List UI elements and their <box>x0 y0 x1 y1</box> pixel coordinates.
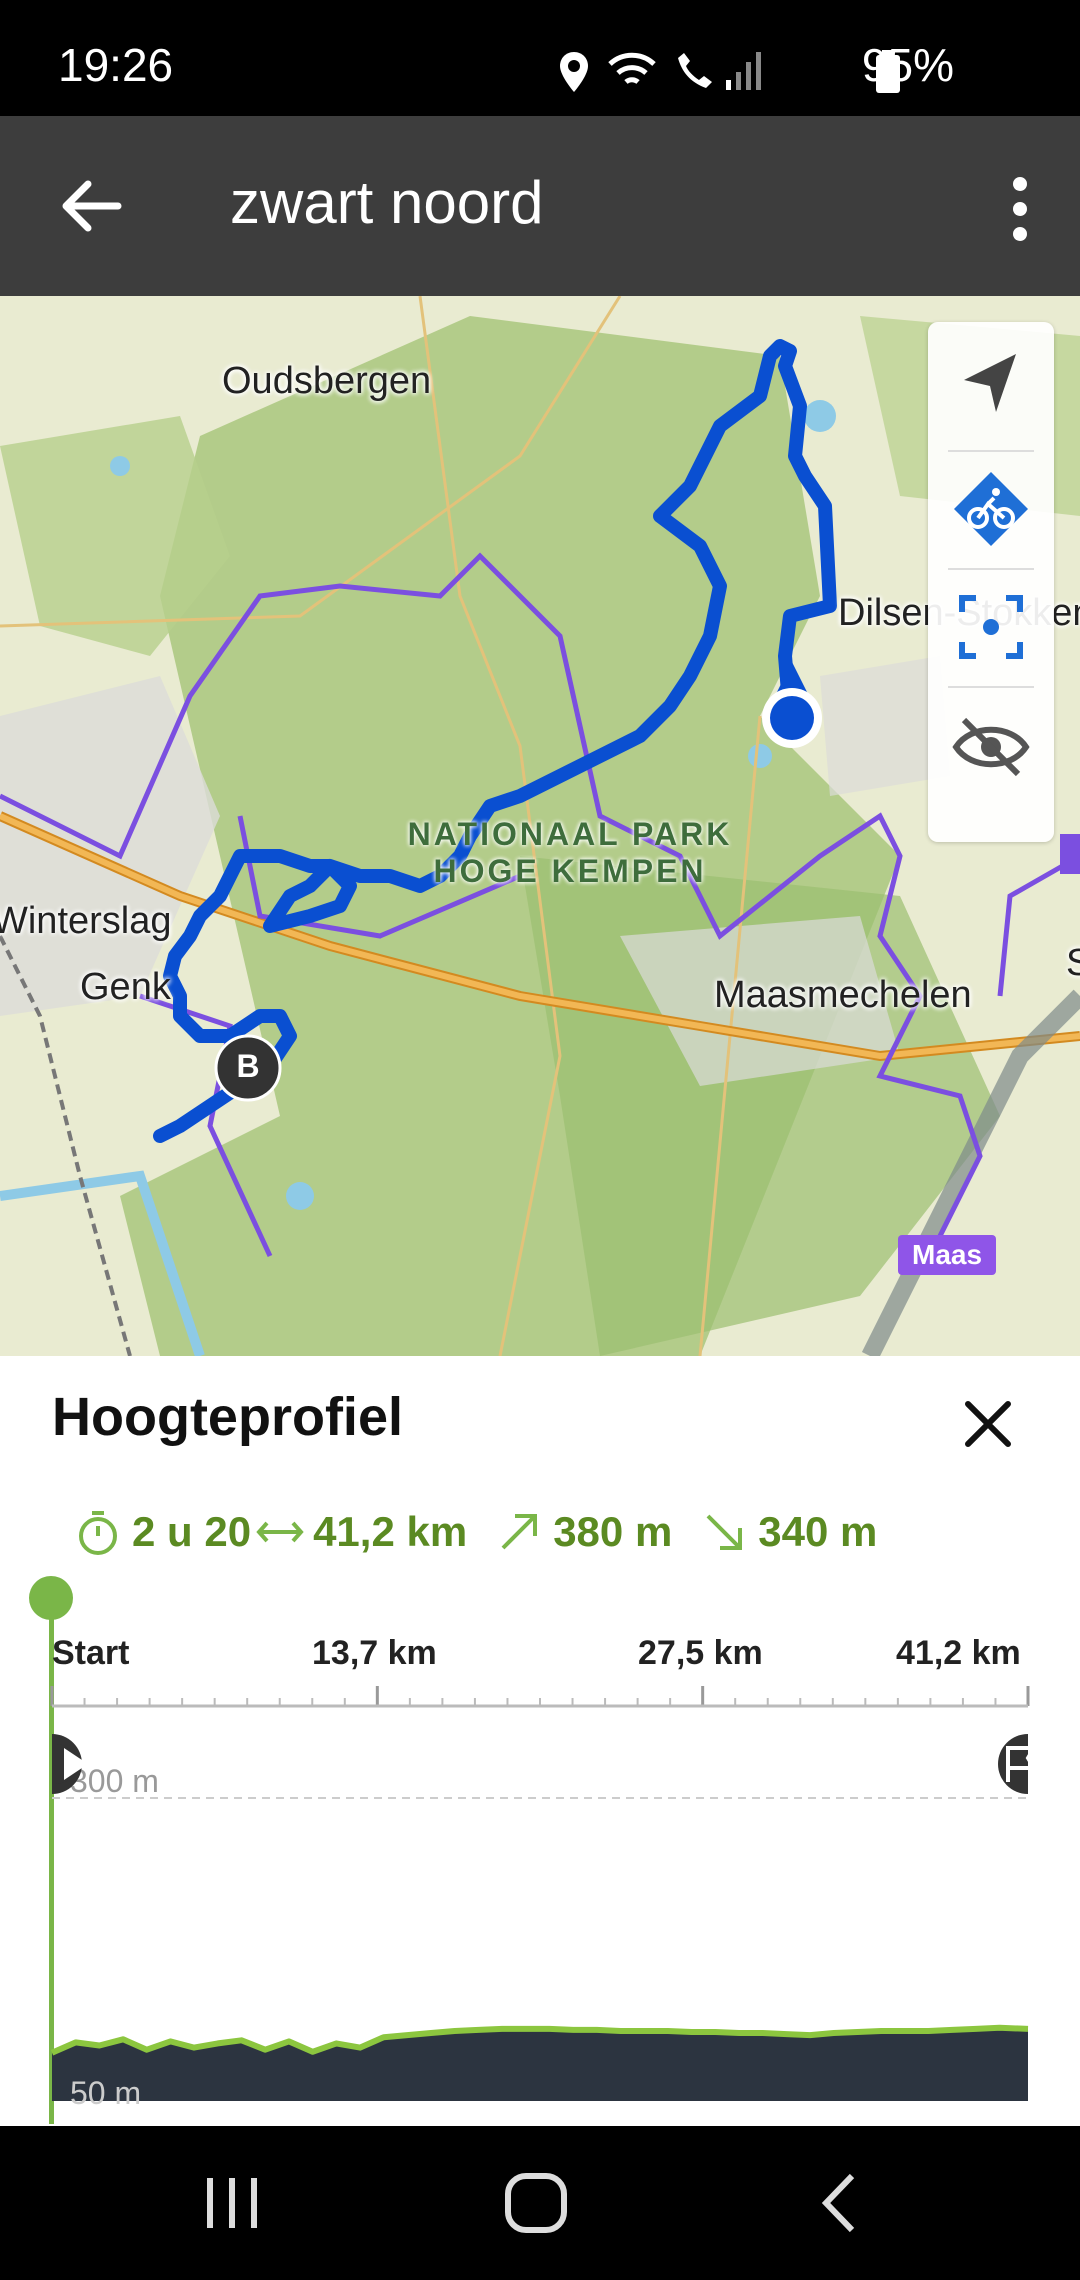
map-view[interactable]: Oudsbergen Dilsen-Stokkem Winterslag Gen… <box>0 296 1080 1356</box>
wifi-calling-icon <box>678 53 712 88</box>
map-label-oudsbergen: Oudsbergen <box>222 360 432 402</box>
recent-apps-icon[interactable] <box>192 2168 272 2238</box>
elevation-area <box>52 2027 1028 2101</box>
distance-icon <box>256 1521 304 1543</box>
battery-icon <box>876 50 900 93</box>
more-vert-icon[interactable] <box>1000 174 1040 244</box>
finish-flag-icon <box>998 1734 1038 1794</box>
navigation-arrow-icon[interactable] <box>946 340 1036 430</box>
status-time: 19:26 <box>58 39 174 91</box>
page-title: zwart noord <box>230 169 544 236</box>
map-label-maas: Maas <box>898 1235 997 1275</box>
axis-label-t2: 27,5 km <box>638 1634 763 1672</box>
descent-value: 340 m <box>758 1508 878 1555</box>
controls-divider <box>948 450 1034 452</box>
route-stats: 2 u 20 41,2 km 380 m 340 m <box>76 1502 877 1562</box>
home-icon[interactable] <box>496 2168 576 2238</box>
stopwatch-icon <box>79 1511 117 1555</box>
wifi-icon <box>608 52 656 85</box>
panel-title: Hoogteprofiel <box>52 1387 403 1447</box>
duration-value: 2 u 20 <box>132 1508 252 1555</box>
map-label-winterslag: Winterslag <box>0 900 172 942</box>
distance-value: 41,2 km <box>313 1508 468 1555</box>
map-label-edge: S <box>1066 942 1080 984</box>
cycle-node-marker <box>1060 834 1080 874</box>
axis-ticks <box>50 1686 1030 1706</box>
bike-route-icon[interactable] <box>946 464 1036 554</box>
hide-icon[interactable] <box>946 702 1036 792</box>
status-bar: 19:26 95% <box>0 0 1080 116</box>
elevation-chart: 300 m 50 m <box>50 1686 1038 2111</box>
map-controls <box>928 322 1054 842</box>
arrow-left-icon[interactable] <box>52 168 128 244</box>
ascent-icon <box>501 1514 538 1550</box>
y-label-top: 300 m <box>70 1763 159 1799</box>
park-name-line2: HOGE KEMPEN <box>433 853 707 889</box>
park-name-line1: NATIONAAL PARK <box>407 816 733 852</box>
y-label-bottom: 50 m <box>70 2075 141 2111</box>
map-label-genk: Genk <box>80 966 171 1008</box>
axis-label-end: 41,2 km <box>896 1634 1021 1672</box>
elevation-panel: Hoogteprofiel 2 u 20 41,2 km 380 m 340 m… <box>0 1356 1080 2126</box>
ascent-value: 380 m <box>553 1508 673 1555</box>
back-icon[interactable] <box>800 2168 880 2238</box>
app-bar: zwart noord <box>0 116 1080 296</box>
map-label-park: NATIONAAL PARK HOGE KEMPEN <box>380 816 760 890</box>
system-nav-bar <box>0 2126 1080 2280</box>
axis-label-t1: 13,7 km <box>312 1634 437 1672</box>
focus-route-icon[interactable] <box>946 582 1036 672</box>
signal-icon <box>726 52 761 90</box>
controls-divider <box>948 568 1034 570</box>
route-end-label: B <box>236 1048 260 1084</box>
axis-label-start: Start <box>52 1634 130 1672</box>
map-label-maasmechelen: Maasmechelen <box>714 974 972 1016</box>
location-icon <box>560 52 588 92</box>
descent-icon <box>706 1514 743 1550</box>
close-icon[interactable] <box>960 1396 1016 1452</box>
controls-divider <box>948 686 1034 688</box>
